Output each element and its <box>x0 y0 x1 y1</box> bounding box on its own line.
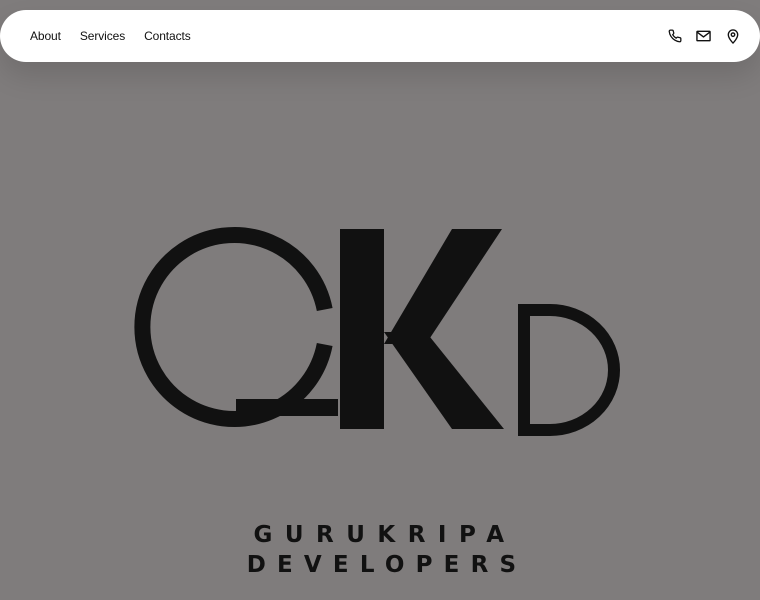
top-strip <box>0 0 760 10</box>
monogram-k-upper-arm <box>384 229 502 344</box>
monogram-letter-g <box>134 227 333 427</box>
nav-link-about[interactable]: About <box>30 29 61 43</box>
nav-links: About Services Contacts <box>30 29 191 43</box>
hero-logo: GURUKRIPA DEVELOPERS <box>0 62 760 600</box>
monogram-letter-d <box>518 304 620 436</box>
mail-icon[interactable] <box>696 29 711 44</box>
location-pin-icon[interactable] <box>725 28 740 44</box>
page: About Services Contacts GURUKRIPA DEVELO… <box>0 0 760 600</box>
nav-link-services[interactable]: Services <box>80 29 125 43</box>
top-navbar: About Services Contacts <box>0 10 760 62</box>
monogram-k-lower-leg <box>384 332 504 429</box>
monogram-k-stem <box>340 229 384 429</box>
phone-icon[interactable] <box>667 29 682 44</box>
brand-name-line-2: DEVELOPERS <box>246 552 528 578</box>
gkd-monogram <box>134 227 620 436</box>
nav-link-contacts[interactable]: Contacts <box>144 29 191 43</box>
monogram-g-bar <box>236 399 338 416</box>
nav-contact-icons <box>667 28 740 44</box>
brand-name-line-1: GURUKRIPA <box>253 522 517 548</box>
